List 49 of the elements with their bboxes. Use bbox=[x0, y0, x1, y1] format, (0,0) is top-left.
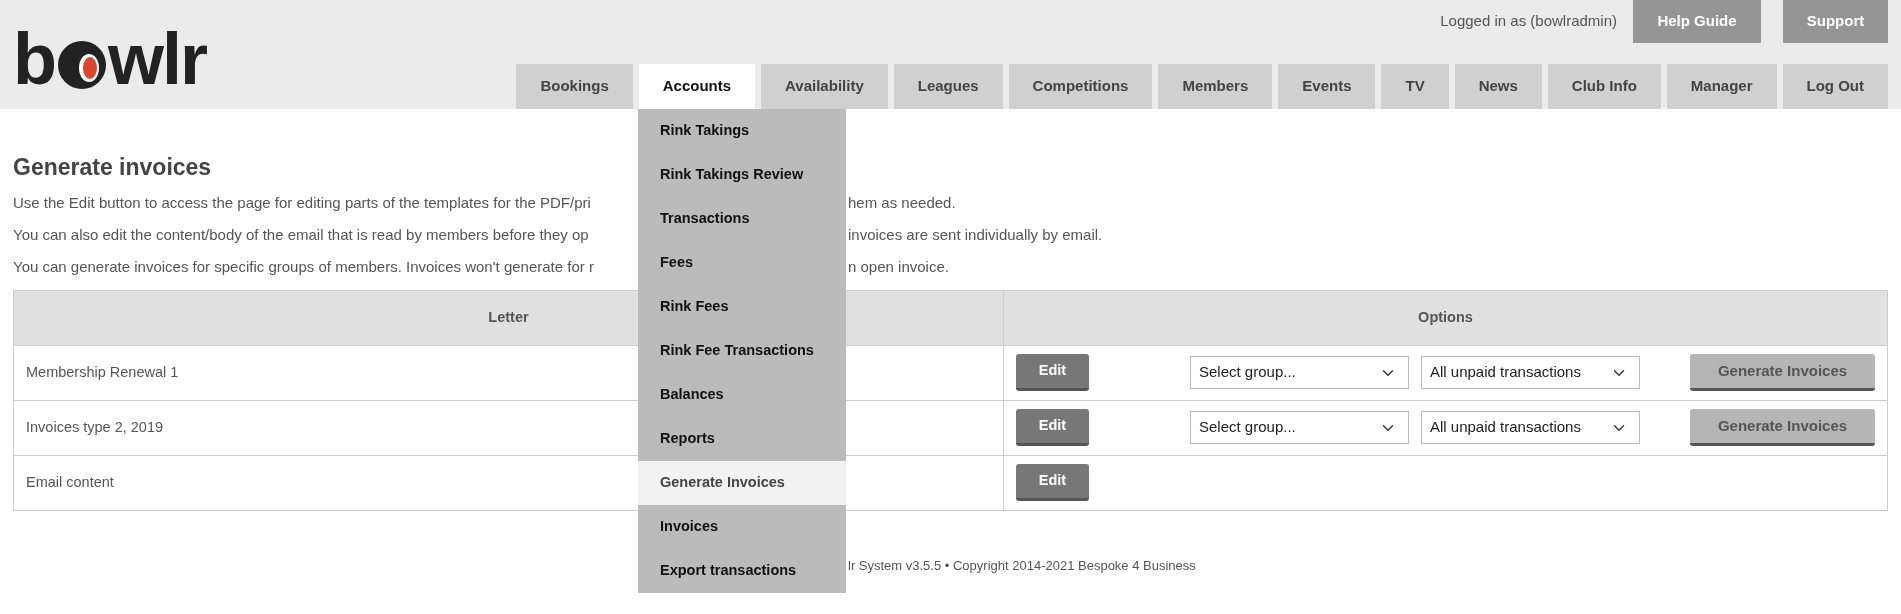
group-select[interactable]: Select group... bbox=[1190, 356, 1409, 390]
menu-item[interactable]: Rink Fee Transactions bbox=[638, 329, 846, 373]
column-header: Options bbox=[1418, 308, 1473, 325]
nav-tab[interactable]: Club Info bbox=[1547, 64, 1661, 109]
nav-tab[interactable]: Manager bbox=[1666, 64, 1777, 109]
nav-tab[interactable]: Events bbox=[1278, 64, 1376, 109]
paragraph-text: n open invoice. bbox=[848, 257, 949, 278]
transaction-select[interactable]: All unpaid transactions bbox=[1421, 411, 1640, 445]
nav-tab[interactable]: TV bbox=[1381, 64, 1449, 109]
paragraph-text: invoices are sent individually by email. bbox=[848, 225, 1103, 246]
table-cell: Membership Renewal 1 bbox=[26, 363, 179, 380]
edit-button[interactable]: Edit bbox=[1016, 354, 1089, 392]
nav-tab[interactable]: Leagues bbox=[893, 64, 1003, 109]
nav-tab[interactable]: Availability bbox=[761, 64, 888, 109]
nav-tab[interactable]: Log Out bbox=[1782, 64, 1888, 109]
footer-text: lr System v3.5.5 • Copyright 2014-2021 Bespoke 4 Business bbox=[848, 557, 1196, 575]
group-select[interactable]: Select group... bbox=[1190, 411, 1409, 445]
logo-text: wlr bbox=[108, 22, 206, 95]
menu-item[interactable]: Transactions bbox=[638, 197, 846, 241]
edit-button[interactable]: Edit bbox=[1016, 409, 1089, 447]
logo-text: b bbox=[13, 22, 55, 95]
menu-item[interactable]: Rink Fees bbox=[638, 285, 846, 329]
menu-item[interactable]: Fees bbox=[638, 241, 846, 285]
generate-invoices-button[interactable]: Generate Invoices bbox=[1690, 409, 1875, 447]
nav-tab[interactable]: Members bbox=[1158, 64, 1273, 109]
nav-tab[interactable]: Bookings bbox=[516, 64, 633, 109]
menu-item[interactable]: Generate Invoices bbox=[638, 461, 846, 505]
menu-item[interactable]: Rink Takings Review bbox=[638, 153, 846, 197]
page-title: Generate invoices bbox=[13, 154, 212, 182]
transaction-select[interactable]: All unpaid transactions bbox=[1421, 356, 1640, 390]
menu-item[interactable]: Balances bbox=[638, 373, 846, 417]
table-cell: Invoices type 2, 2019 bbox=[26, 418, 164, 435]
nav-tab[interactable]: News bbox=[1454, 64, 1542, 109]
table-cell: Email content bbox=[26, 473, 114, 490]
menu-item[interactable]: Invoices bbox=[638, 505, 846, 549]
menu-item[interactable]: Export transactions bbox=[638, 549, 846, 593]
bowl-ball-icon bbox=[57, 39, 107, 90]
column-header: Letter bbox=[488, 308, 529, 325]
nav-tab[interactable]: Competitions bbox=[1008, 64, 1153, 109]
login-status: Logged in as (bowlradmin) bbox=[1440, 11, 1617, 32]
menu-item[interactable]: Rink Takings bbox=[638, 109, 846, 153]
nav-tab[interactable]: Accounts bbox=[638, 64, 756, 109]
paragraph-text: You can also edit the content/body of the email that is read by members before they op bbox=[13, 225, 590, 246]
paragraph-text: Use the Edit button to access the page for editing parts of the templates for the PDF/pri bbox=[13, 193, 592, 214]
generate-invoices-button[interactable]: Generate Invoices bbox=[1690, 354, 1875, 392]
paragraph-text: hem as needed. bbox=[848, 193, 956, 214]
menu-item[interactable]: Reports bbox=[638, 417, 846, 461]
paragraph-text: You can generate invoices for specific groups of members. Invoices won't generate for r bbox=[13, 257, 595, 278]
edit-button[interactable]: Edit bbox=[1016, 464, 1089, 502]
